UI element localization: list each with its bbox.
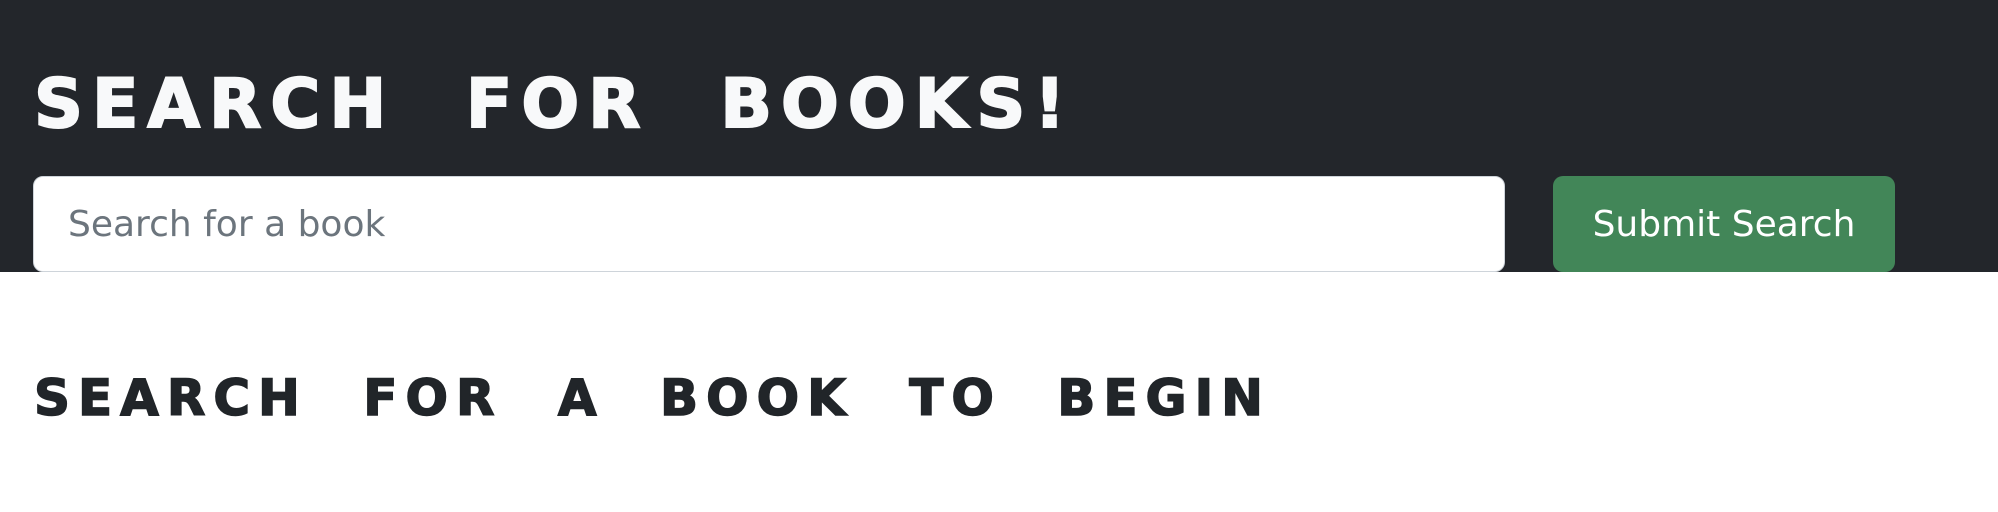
search-hero: SEARCH FOR BOOKS! Submit Search [0,0,1998,272]
search-form: Submit Search [33,176,1895,272]
submit-search-button[interactable]: Submit Search [1553,176,1895,272]
page-title: SEARCH FOR BOOKS! [33,64,1075,145]
search-input[interactable] [33,176,1505,272]
empty-results-message: SEARCH FOR A BOOK TO BEGIN [33,368,1272,428]
